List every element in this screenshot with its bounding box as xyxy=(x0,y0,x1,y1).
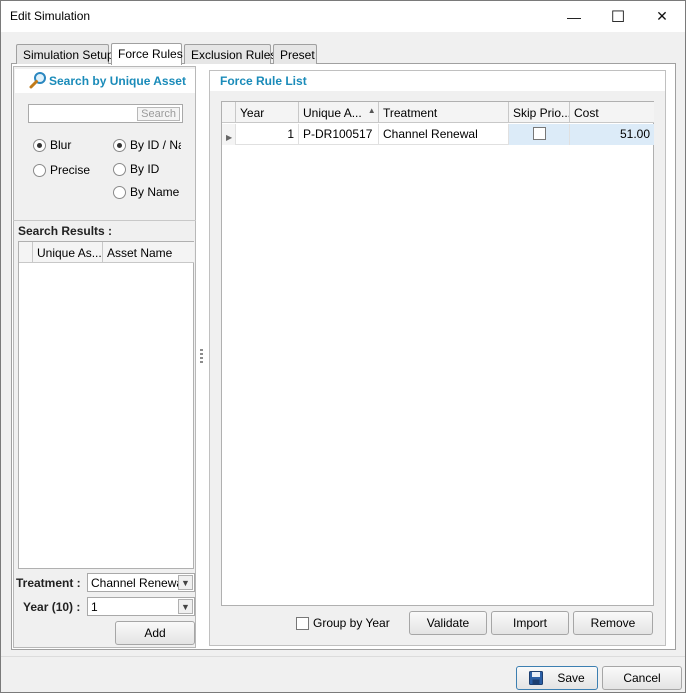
remove-button[interactable]: Remove xyxy=(573,611,653,635)
title-bar: Edit Simulation — ☐ ✕ xyxy=(1,1,685,32)
treatment-select[interactable]: Channel Renewal ▼ xyxy=(87,573,195,592)
row-indicator[interactable]: ▶ xyxy=(222,124,236,145)
radio-by-id-dot xyxy=(113,162,126,176)
window-title: Edit Simulation xyxy=(10,9,91,23)
cell-skip-priority[interactable] xyxy=(509,124,570,145)
radio-by-id-name-dot xyxy=(113,138,126,152)
maximize-button[interactable]: ☐ xyxy=(595,1,641,32)
tab-exclusion-rules[interactable]: Exclusion Rules xyxy=(184,44,276,64)
validate-button[interactable]: Validate xyxy=(409,611,487,635)
search-button[interactable]: Search xyxy=(137,107,180,121)
radio-by-id-name[interactable]: By ID / Name xyxy=(113,138,181,152)
maximize-icon: ☐ xyxy=(610,8,626,26)
close-button[interactable]: ✕ xyxy=(639,1,685,32)
cell-year[interactable]: 1 xyxy=(236,124,299,145)
radio-by-id[interactable]: By ID xyxy=(113,162,159,176)
treatment-value: Channel Renewal xyxy=(91,576,186,590)
footer-divider xyxy=(1,656,685,657)
col-skip-priority[interactable]: Skip Prio... xyxy=(509,102,570,123)
group-by-year-toggle[interactable]: Group by Year xyxy=(296,616,390,630)
minimize-icon: — xyxy=(567,8,581,25)
row-indicator-header xyxy=(19,242,33,263)
cell-treatment[interactable]: Channel Renewal xyxy=(379,124,509,145)
asset-search-input[interactable]: Search xyxy=(28,104,183,123)
radio-precise[interactable]: Precise xyxy=(33,163,90,177)
col-unique-asset-label: Unique A... xyxy=(303,106,362,120)
cancel-button[interactable]: Cancel xyxy=(602,666,682,690)
cell-unique-asset[interactable]: P-DR100517 xyxy=(299,124,379,145)
floppy-disk-icon xyxy=(529,671,544,685)
chevron-down-icon[interactable]: ▼ xyxy=(178,599,193,614)
search-panel-title: Search by Unique Asset xyxy=(49,74,186,88)
close-icon: ✕ xyxy=(656,8,668,24)
force-rule-list-title: Force Rule List xyxy=(220,74,307,88)
radio-by-name[interactable]: By Name xyxy=(113,185,179,199)
radio-precise-dot xyxy=(33,163,46,177)
row-indicator-header xyxy=(222,102,236,123)
col-unique-asset[interactable]: Unique As... xyxy=(33,242,103,263)
search-results-header: Unique As... Asset Name xyxy=(19,242,194,263)
radio-by-id-name-label: By ID / Name xyxy=(130,138,181,152)
search-divider xyxy=(13,220,196,221)
table-row[interactable]: ▶ 1 P-DR100517 Channel Renewal 51.00 xyxy=(222,124,654,145)
col-unique-asset[interactable]: Unique A... ▲ xyxy=(299,102,379,123)
cell-cost[interactable]: 51.00 xyxy=(570,124,654,145)
save-button-label: Save xyxy=(557,671,585,685)
year-value: 1 xyxy=(91,600,98,614)
force-rule-header: Year Unique A... ▲ Treatment Skip Prio..… xyxy=(222,102,654,123)
col-year[interactable]: Year xyxy=(236,102,299,123)
group-by-year-label: Group by Year xyxy=(313,616,390,630)
current-row-icon: ▶ xyxy=(226,133,233,142)
import-button[interactable]: Import xyxy=(491,611,569,635)
radio-blur[interactable]: Blur xyxy=(33,138,71,152)
add-button[interactable]: Add xyxy=(115,621,195,645)
save-button[interactable]: Save xyxy=(516,666,598,690)
magnifier-icon xyxy=(29,72,46,89)
panel-splitter[interactable] xyxy=(200,349,203,363)
tab-force-rules[interactable]: Force Rules xyxy=(111,43,183,65)
search-results-label: Search Results : xyxy=(18,224,113,238)
skip-priority-checkbox[interactable] xyxy=(533,127,546,140)
search-results-grid[interactable]: Unique As... Asset Name xyxy=(18,241,194,569)
year-select[interactable]: 1 ▼ xyxy=(87,597,195,616)
group-by-year-checkbox[interactable] xyxy=(296,616,309,630)
radio-by-id-label: By ID xyxy=(130,162,160,176)
col-treatment[interactable]: Treatment xyxy=(379,102,509,123)
sort-ascending-icon: ▲ xyxy=(367,106,376,115)
col-cost[interactable]: Cost xyxy=(570,102,654,123)
radio-by-name-label: By Name xyxy=(130,185,180,199)
force-rule-grid[interactable]: Year Unique A... ▲ Treatment Skip Prio..… xyxy=(221,101,654,606)
radio-blur-label: Blur xyxy=(50,138,72,152)
tab-preset[interactable]: Preset xyxy=(273,44,317,64)
treatment-label: Treatment : xyxy=(16,576,81,590)
minimize-button[interactable]: — xyxy=(551,1,597,32)
radio-by-name-dot xyxy=(113,185,126,199)
edit-simulation-window: Edit Simulation — ☐ ✕ Simulation Setup F… xyxy=(0,0,686,693)
chevron-down-icon[interactable]: ▼ xyxy=(178,575,193,590)
radio-blur-dot xyxy=(33,138,46,152)
radio-precise-label: Precise xyxy=(50,163,91,177)
tab-simulation-setup[interactable]: Simulation Setup xyxy=(16,44,114,64)
year-label: Year (10) : xyxy=(23,600,81,614)
col-asset-name[interactable]: Asset Name xyxy=(103,242,194,263)
